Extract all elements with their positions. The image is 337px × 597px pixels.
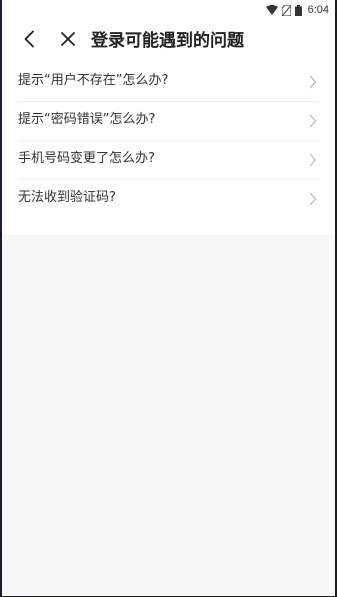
close-button[interactable]: [57, 30, 79, 52]
divider: [18, 101, 319, 102]
page-title: 登录可能遇到的问题: [91, 31, 244, 51]
close-icon: [60, 31, 76, 51]
faq-list: 提示“用户不存在”怎么办? 提示“密码错误”怎么办? 手机号码变更了怎么办? 无…: [2, 62, 335, 235]
no-sim-icon: [281, 4, 291, 16]
faq-item-label: 无法收到验证码?: [18, 190, 116, 205]
list-bottom-padding: [2, 218, 335, 235]
status-time: 6:04: [307, 4, 329, 16]
chevron-right-icon: [309, 152, 317, 167]
wifi-icon: [265, 5, 278, 15]
chevron-right-icon: [309, 191, 317, 206]
faq-item-label: 手机号码变更了怎么办?: [18, 151, 155, 166]
status-bar: 6:04: [2, 0, 335, 20]
chevron-right-icon: [309, 113, 317, 128]
back-button[interactable]: [18, 30, 40, 52]
faq-item-user-not-exist[interactable]: 提示“用户不存在”怎么办?: [2, 62, 335, 101]
app-bar: 登录可能遇到的问题: [2, 20, 335, 62]
faq-item-label: 提示“用户不存在”怎么办?: [18, 73, 169, 88]
faq-item-wrong-password[interactable]: 提示“密码错误”怎么办?: [2, 101, 335, 140]
status-icons: 6:04: [265, 2, 329, 18]
divider: [18, 179, 319, 180]
faq-item-phone-changed[interactable]: 手机号码变更了怎么办?: [2, 140, 335, 179]
faq-item-label: 提示“密码错误”怎么办?: [18, 112, 156, 127]
chevron-right-icon: [309, 74, 317, 89]
divider: [18, 140, 319, 141]
battery-icon: [294, 4, 302, 16]
chevron-left-icon: [23, 30, 35, 52]
screen: 6:04 登录可能遇到的问题 提示“用户不存在”怎么办? 提示“密码错误”怎么办…: [0, 0, 337, 597]
faq-item-no-verification-code[interactable]: 无法收到验证码?: [2, 179, 335, 218]
